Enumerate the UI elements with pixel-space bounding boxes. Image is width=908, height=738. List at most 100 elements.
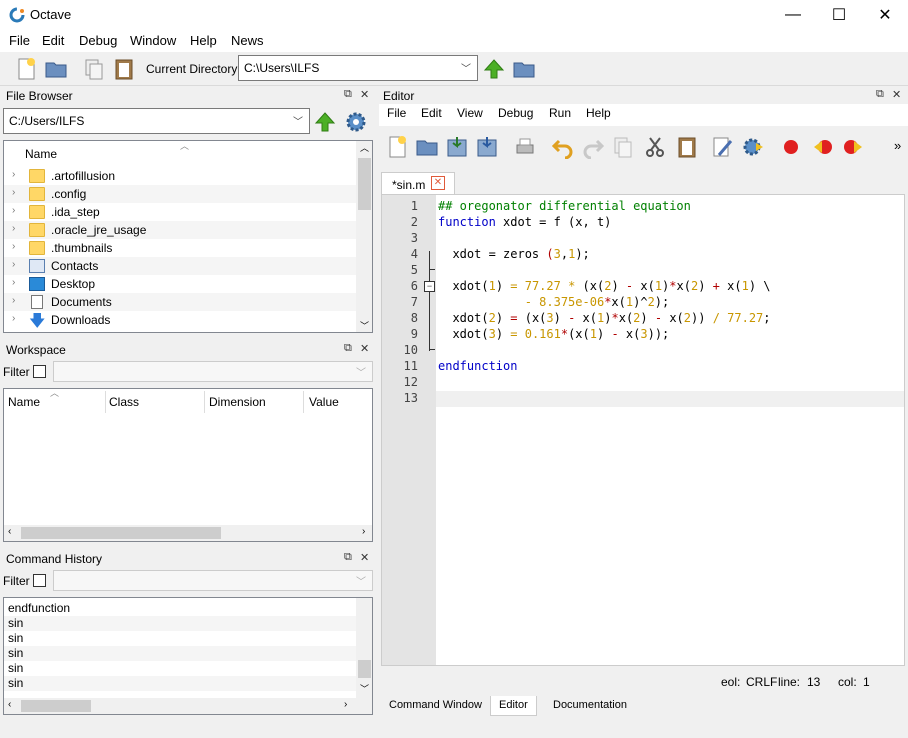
undock-icon[interactable]: ⧉ <box>344 88 352 101</box>
expand-arrow-icon[interactable]: › <box>12 277 15 288</box>
scroll-right-icon[interactable]: › <box>362 526 365 537</box>
maximize-button[interactable]: ☐ <box>816 0 862 30</box>
workspace-column-value[interactable]: Value <box>309 395 339 409</box>
gear-icon[interactable] <box>344 110 368 134</box>
file-list-item[interactable]: › Desktop <box>4 275 356 293</box>
open-folder-icon[interactable] <box>415 135 439 159</box>
editor-tab-sin[interactable]: *sin.m ✕ <box>381 172 455 195</box>
expand-arrow-icon[interactable]: › <box>12 295 15 306</box>
file-browser-path-combo[interactable]: C:/Users/ILFS ﹀ <box>3 108 310 134</box>
expand-arrow-icon[interactable]: › <box>12 187 15 198</box>
browse-folder-icon[interactable] <box>512 57 536 81</box>
scroll-left-icon[interactable]: ‹ <box>8 699 11 710</box>
toggle-breakpoint-icon[interactable] <box>779 135 803 159</box>
workspace-filter-combo[interactable]: ﹀ <box>53 361 373 382</box>
new-file-icon[interactable] <box>14 57 38 81</box>
file-list-item[interactable]: › Documents <box>4 293 356 311</box>
editor-menu-file[interactable]: File <box>387 106 406 120</box>
fold-collapse-icon[interactable]: − <box>424 281 435 292</box>
file-list-item[interactable]: › .thumbnails <box>4 239 356 257</box>
code-editor[interactable]: 1 2 3 4 5 6 7 8 9 10 11 12 13 − ## oregonator differ… <box>381 194 905 666</box>
save-icon[interactable] <box>445 135 469 159</box>
current-directory-combo[interactable]: C:\Users\ILFS ﹀ <box>238 55 478 81</box>
expand-arrow-icon[interactable]: › <box>12 169 15 180</box>
workspace-column-dimension[interactable]: Dimension <box>209 395 266 409</box>
next-breakpoint-icon[interactable] <box>841 135 865 159</box>
file-list-item[interactable]: › .oracle_jre_usage <box>4 221 356 239</box>
toolbar-overflow-icon[interactable]: » <box>894 138 901 153</box>
menu-news[interactable]: News <box>231 33 264 48</box>
close-panel-icon[interactable]: ✕ <box>360 88 369 101</box>
vertical-scrollbar[interactable]: ︿ ﹀ <box>356 141 372 332</box>
file-list-item[interactable]: › .artofillusion <box>4 167 356 185</box>
print-icon[interactable] <box>513 135 537 159</box>
file-list-item[interactable]: › Contacts <box>4 257 356 275</box>
scroll-thumb[interactable] <box>21 527 221 539</box>
scroll-up-icon[interactable]: ︿ <box>360 141 369 154</box>
workspace-column-name[interactable]: Name <box>8 395 40 409</box>
scroll-left-icon[interactable]: ‹ <box>8 526 11 537</box>
close-panel-icon[interactable]: ✕ <box>892 88 901 101</box>
close-tab-icon[interactable]: ✕ <box>431 176 445 190</box>
cut-icon[interactable] <box>643 135 667 159</box>
history-item[interactable]: endfunction <box>4 601 356 616</box>
history-item[interactable]: sin <box>4 661 356 676</box>
column-header-name[interactable]: Name <box>25 147 57 161</box>
scroll-thumb[interactable] <box>358 158 371 210</box>
close-panel-icon[interactable]: ✕ <box>360 551 369 564</box>
file-list-item[interactable]: › 🡇 Downloads <box>4 311 356 330</box>
expand-arrow-icon[interactable]: › <box>12 259 15 270</box>
expand-arrow-icon[interactable]: › <box>12 313 15 324</box>
menu-file[interactable]: File <box>9 33 30 48</box>
copy-icon[interactable] <box>82 57 106 81</box>
find-replace-icon[interactable] <box>711 135 735 159</box>
editor-menu-help[interactable]: Help <box>586 106 611 120</box>
scroll-down-icon[interactable]: ﹀ <box>360 319 369 332</box>
expand-arrow-icon[interactable]: › <box>12 205 15 216</box>
menu-edit[interactable]: Edit <box>42 33 64 48</box>
history-item[interactable]: sin <box>4 646 356 661</box>
undo-icon[interactable] <box>551 135 575 159</box>
history-filter-checkbox[interactable] <box>33 574 46 587</box>
parent-directory-icon[interactable] <box>313 110 337 134</box>
horizontal-scrollbar[interactable]: ‹ › <box>4 525 372 541</box>
open-folder-icon[interactable] <box>44 57 68 81</box>
close-button[interactable]: ✕ <box>862 0 908 30</box>
run-settings-icon[interactable] <box>741 135 765 159</box>
scroll-thumb[interactable] <box>358 660 371 678</box>
vertical-scrollbar[interactable]: ﹀ <box>356 598 372 698</box>
horizontal-scrollbar[interactable]: ‹ › <box>4 698 372 714</box>
paste-icon[interactable] <box>112 57 136 81</box>
new-file-icon[interactable] <box>385 135 409 159</box>
scroll-thumb[interactable] <box>21 700 91 712</box>
file-list-item[interactable]: › .config <box>4 185 356 203</box>
history-item[interactable]: sin <box>4 676 356 691</box>
paste-icon[interactable] <box>675 135 699 159</box>
tab-documentation[interactable]: Documentation <box>545 696 635 716</box>
close-panel-icon[interactable]: ✕ <box>360 342 369 355</box>
history-filter-combo[interactable]: ﹀ <box>53 570 373 591</box>
scroll-right-icon[interactable]: › <box>344 699 347 710</box>
expand-arrow-icon[interactable]: › <box>12 223 15 234</box>
expand-arrow-icon[interactable]: › <box>12 241 15 252</box>
editor-menu-run[interactable]: Run <box>549 106 571 120</box>
workspace-filter-checkbox[interactable] <box>33 365 46 378</box>
minimize-button[interactable]: — <box>770 0 816 30</box>
tab-editor[interactable]: Editor <box>490 696 537 716</box>
parent-directory-icon[interactable] <box>482 57 506 81</box>
menu-window[interactable]: Window <box>130 33 176 48</box>
save-as-icon[interactable] <box>475 135 499 159</box>
previous-breakpoint-icon[interactable] <box>811 135 835 159</box>
undock-icon[interactable]: ⧉ <box>876 88 884 101</box>
tab-command-window[interactable]: Command Window <box>381 696 490 716</box>
workspace-column-class[interactable]: Class <box>109 395 139 409</box>
file-list-item[interactable]: › .ida_step <box>4 203 356 221</box>
editor-menu-edit[interactable]: Edit <box>421 106 442 120</box>
scroll-down-icon[interactable]: ﹀ <box>360 682 369 695</box>
undock-icon[interactable]: ⧉ <box>344 551 352 564</box>
redo-icon[interactable] <box>581 135 605 159</box>
undock-icon[interactable]: ⧉ <box>344 342 352 355</box>
editor-menu-view[interactable]: View <box>457 106 483 120</box>
copy-icon[interactable] <box>611 135 635 159</box>
menu-help[interactable]: Help <box>190 33 217 48</box>
